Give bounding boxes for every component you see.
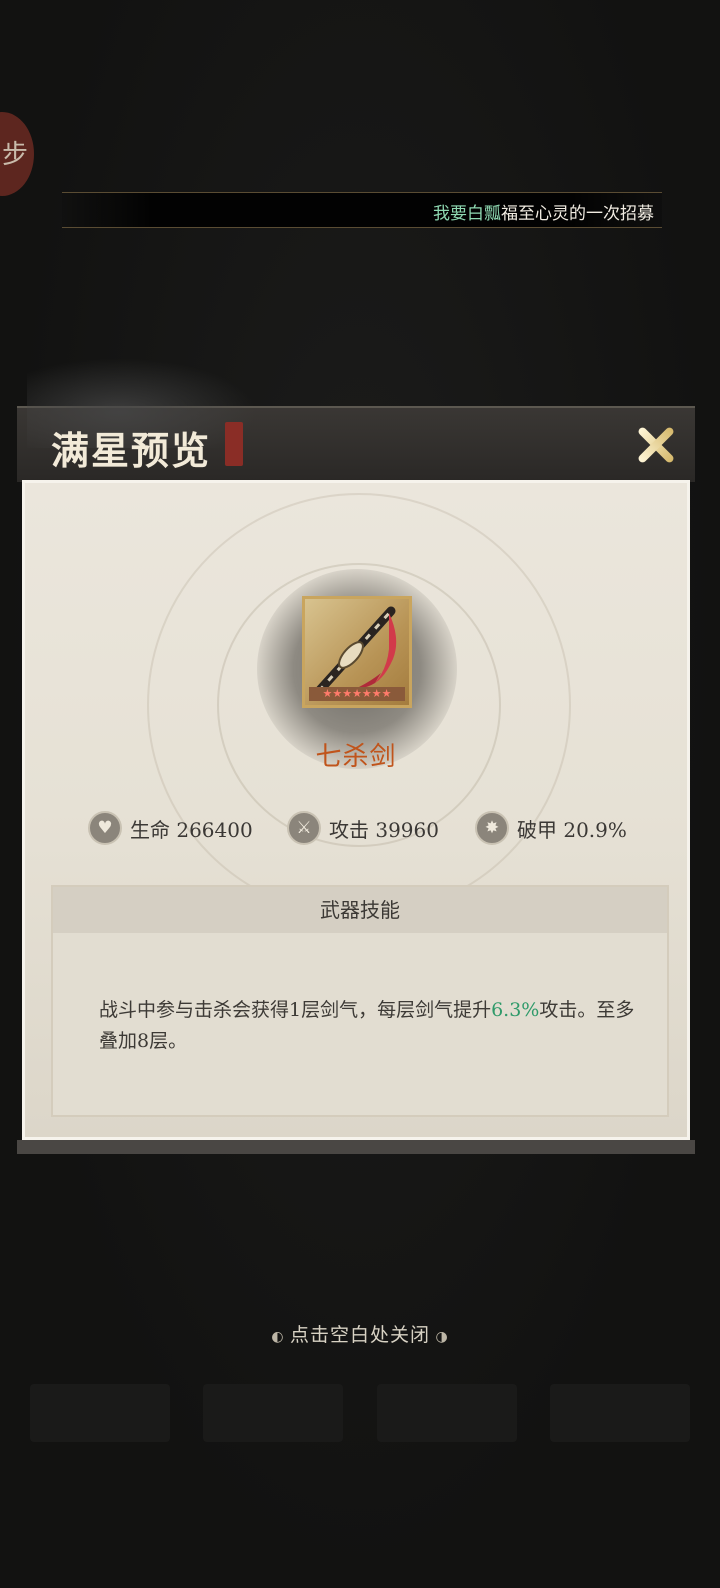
close-hint-text: 点击空白处关闭: [289, 1324, 430, 1346]
stat-hp-label: 生命 266400: [130, 817, 253, 842]
full-star-preview-modal: 满星预览 ★★★★★★★ 七杀剑 ♥ 生命 266400 ⚔ 攻击 39960: [17, 358, 695, 1154]
hint-dot-icon: ◑: [430, 1329, 449, 1345]
skill-text-before: 战斗中参与击杀会获得1层剑气，每层剑气提升: [99, 999, 492, 1021]
stat-hp: ♥ 生命 266400: [88, 808, 253, 848]
heart-icon: ♥: [88, 811, 122, 845]
faded-button: [549, 1384, 690, 1442]
hint-dot-icon: ◐: [271, 1329, 290, 1345]
stat-armor-break-label: 破甲 20.9%: [517, 817, 627, 842]
close-hint[interactable]: ◐ 点击空白处关闭 ◑: [0, 1320, 720, 1347]
modal-title-bar: 满星预览: [17, 358, 695, 482]
seal-stamp: [225, 422, 243, 466]
faded-button: [30, 1384, 170, 1442]
modal-title: 满星预览: [51, 428, 212, 473]
modal-bottom-rim: [17, 1140, 695, 1154]
close-icon[interactable]: [629, 418, 683, 472]
faded-bottom-buttons: [30, 1384, 690, 1444]
skill-description: 战斗中参与击杀会获得1层剑气，每层剑气提升6.3%攻击。至多叠加8层。: [99, 995, 639, 1057]
ticker-highlight: 我要白瓢: [433, 204, 501, 224]
stat-attack: ⚔ 攻击 39960: [287, 808, 439, 848]
weapon-name: 七杀剑: [315, 742, 397, 772]
weapon-skill-box: 武器技能 战斗中参与击杀会获得1层剑气，每层剑气提升6.3%攻击。至多叠加8层。: [51, 885, 669, 1117]
sword-icon: ⚔: [287, 811, 321, 845]
faded-button: [376, 1384, 517, 1442]
stat-attack-label: 攻击 39960: [329, 817, 439, 842]
ticker-text: 我要白瓢福至心灵的一次招募: [433, 199, 654, 224]
weapon-icon[interactable]: ★★★★★★★: [302, 596, 412, 708]
skill-header: 武器技能: [53, 887, 667, 933]
modal-panel: ★★★★★★★ 七杀剑 ♥ 生命 266400 ⚔ 攻击 39960 ✸ 破甲 …: [22, 480, 690, 1140]
faded-button: [203, 1384, 344, 1442]
stat-armor-break: ✸ 破甲 20.9%: [475, 808, 627, 848]
star-rating: ★★★★★★★: [309, 687, 405, 701]
announcement-ticker: 我要白瓢福至心灵的一次招募: [62, 192, 662, 228]
ticker-message: 福至心灵的一次招募: [501, 204, 654, 224]
skill-highlight-value: 6.3%: [491, 999, 540, 1021]
shatter-icon: ✸: [475, 811, 509, 845]
